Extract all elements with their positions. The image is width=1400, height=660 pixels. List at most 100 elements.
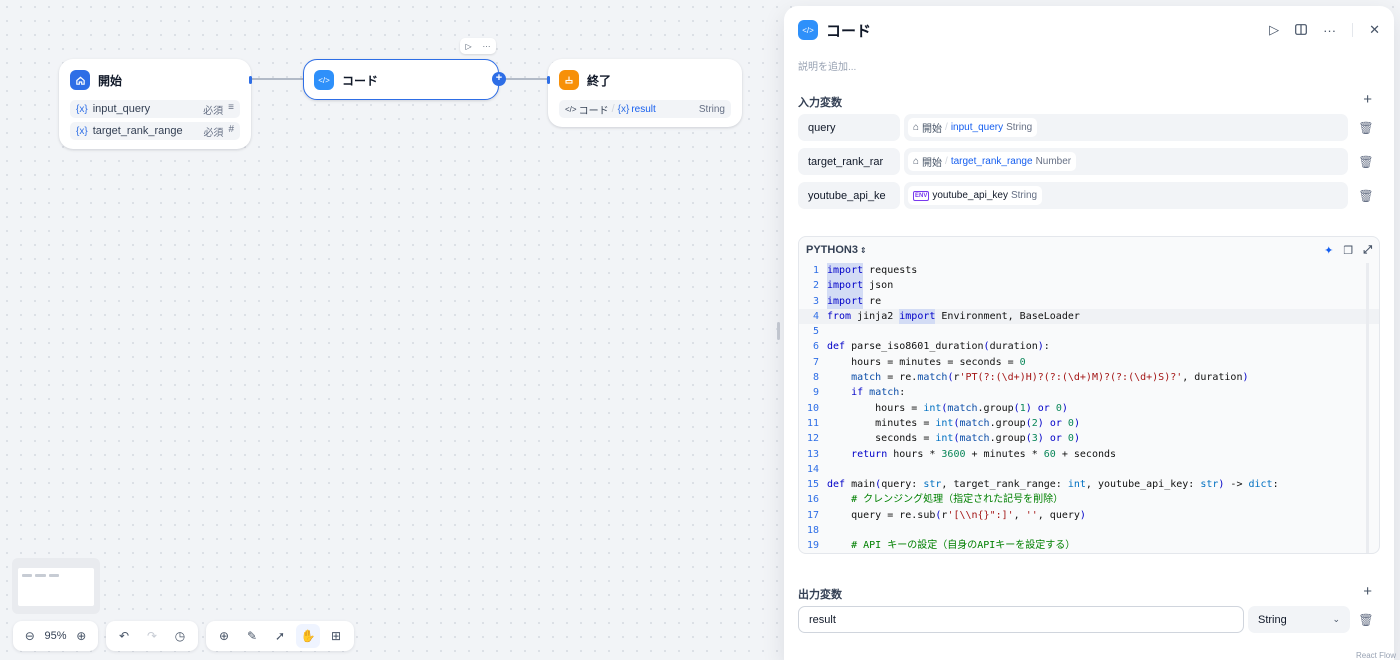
- code-line[interactable]: 9 if match:: [799, 385, 1379, 400]
- panel-title[interactable]: コード: [826, 20, 871, 41]
- add-next-node-button[interactable]: +: [492, 72, 506, 86]
- code-line[interactable]: 3 import re: [799, 293, 1379, 309]
- input-variable-selector[interactable]: ENV youtube_api_key String: [904, 182, 1348, 209]
- react-flow-attribution[interactable]: React Flow: [1356, 651, 1396, 660]
- panel-resize-handle[interactable]: [777, 322, 780, 340]
- run-icon[interactable]: ▷: [465, 42, 471, 51]
- delete-icon[interactable]: 🗑: [1352, 182, 1380, 209]
- hand-icon[interactable]: ✋: [296, 624, 320, 648]
- start-var-row[interactable]: {x} target_rank_range 必須 #: [70, 122, 240, 140]
- line-number: 3: [812, 295, 819, 307]
- code-line[interactable]: 8 match = re. match(r 'PT(?:(\d+)H)?(?:(\d…: [799, 370, 1379, 385]
- source-var-type: String: [1010, 190, 1038, 201]
- path-separator: /: [611, 103, 615, 115]
- code-line[interactable]: 18: [799, 523, 1379, 538]
- add-output-variable-icon[interactable]: +: [1363, 583, 1372, 600]
- add-input-variable-icon[interactable]: +: [1363, 91, 1372, 108]
- env-variable-icon: ENV: [913, 190, 930, 201]
- code-token: , youtube_api_key:: [1085, 479, 1201, 491]
- more-icon[interactable]: ···: [483, 42, 491, 51]
- end-node[interactable]: 終了 </> コード / {x} result String: [547, 59, 742, 127]
- start-node[interactable]: 開始 {x} input_query 必須 ≡ {x} target_rank_…: [59, 59, 252, 149]
- code-token: seconds =: [827, 433, 936, 445]
- expand-icon[interactable]: ⤢: [1363, 244, 1372, 257]
- code-line[interactable]: 5: [799, 324, 1379, 339]
- description-input[interactable]: 説明を追加...: [798, 58, 856, 73]
- end-var-row[interactable]: </> コード / {x} result String: [559, 100, 731, 118]
- end-input-handle[interactable]: [547, 76, 550, 84]
- input-variable-selector[interactable]: ⌂ 開始 / input_query String: [904, 114, 1348, 141]
- run-icon[interactable]: ▷: [1269, 22, 1279, 38]
- input-variable-name[interactable]: target_rank_rar: [798, 148, 900, 175]
- language-selector[interactable]: PYTHON3: [806, 244, 858, 256]
- add-node-icon[interactable]: ⊕: [212, 624, 236, 648]
- code-node[interactable]: </> コード +: [303, 59, 506, 100]
- code-line[interactable]: 4 from jinja2 import Environment, BaseLoa…: [799, 308, 1379, 325]
- code-token: Environment, BaseLoader: [935, 310, 1080, 322]
- code-token: match: [959, 433, 990, 445]
- code-token: ): [1242, 372, 1249, 384]
- code-token: duration: [989, 341, 1038, 353]
- code-token: requests: [863, 265, 918, 276]
- code-editor[interactable]: PYTHON3 ⇕ ✦ ❐ ⤢ 1 import requests 2 import …: [798, 236, 1380, 554]
- undo-icon[interactable]: ↶: [112, 624, 136, 648]
- split-view-icon[interactable]: [1295, 23, 1307, 38]
- start-var-name: input_query: [92, 103, 151, 115]
- code-line[interactable]: 12 seconds = int(match .group(3) or 0): [799, 431, 1379, 446]
- minimap-node: [49, 574, 59, 577]
- minimap[interactable]: [12, 558, 100, 614]
- delete-icon[interactable]: 🗑: [1352, 148, 1380, 175]
- input-variable-name[interactable]: youtube_api_ke: [798, 182, 900, 209]
- delete-icon[interactable]: 🗑: [1352, 114, 1380, 141]
- line-number: 13: [806, 448, 819, 460]
- output-type-select[interactable]: String ⌄: [1248, 606, 1350, 633]
- delete-icon[interactable]: 🗑: [1352, 606, 1380, 633]
- sparkle-icon[interactable]: ✦: [1324, 244, 1333, 257]
- output-variable-name-input[interactable]: result: [798, 606, 1244, 633]
- line-number: 11: [806, 417, 819, 429]
- code-line[interactable]: 1 import requests: [799, 263, 1379, 279]
- code-token: hours = minutes = seconds =: [827, 356, 1020, 368]
- code-line[interactable]: 13 return hours * 3600 + minutes * 60 + …: [799, 447, 1379, 462]
- line-number: 2: [812, 280, 819, 292]
- add-note-icon[interactable]: ✎: [240, 624, 264, 648]
- code-line[interactable]: 7 hours = minutes = seconds = 0: [799, 355, 1379, 370]
- code-token: 60: [1043, 448, 1056, 460]
- redo-icon[interactable]: ↷: [140, 624, 164, 648]
- code-token: parse_iso8601_duration: [845, 341, 984, 353]
- code-line[interactable]: 10 hours = int(match .group(1) or 0): [799, 401, 1379, 416]
- code-token: 'PT(?:(\d+)H)?(?:(\d+)M)?(?:(\d+)S)?': [959, 372, 1183, 384]
- more-icon[interactable]: ···: [1323, 23, 1336, 38]
- code-lines[interactable]: 1 import requests 2 import json 3 import re 4 f…: [799, 263, 1379, 553]
- chevron-updown-icon[interactable]: ⇕: [860, 246, 867, 255]
- copy-icon[interactable]: ❐: [1343, 244, 1353, 257]
- code-line[interactable]: 11 minutes = int(match .group(2) or 0): [799, 416, 1379, 431]
- pointer-icon[interactable]: ➚: [268, 624, 292, 648]
- code-line[interactable]: 16 # クレンジング処理（指定された記号を削除）: [799, 492, 1379, 507]
- scrollbar[interactable]: [1366, 263, 1369, 553]
- zoom-out-icon[interactable]: ⊖: [19, 624, 40, 648]
- start-output-handle[interactable]: [249, 76, 252, 84]
- code-line[interactable]: 17 query = re.sub(r '[\\n{}":]', '', quer…: [799, 508, 1379, 523]
- text-lines-icon: ≡: [228, 101, 234, 113]
- code-line[interactable]: 19 # API キーの設定（自身のAPIキーを設定する）: [799, 538, 1379, 553]
- code-line[interactable]: 14: [799, 462, 1379, 477]
- history-icon[interactable]: ◷: [168, 624, 192, 648]
- zoom-level[interactable]: 95%: [44, 630, 66, 642]
- code-token: :: [899, 387, 906, 399]
- code-token: '[\\n{}":]': [947, 509, 1014, 521]
- line-number: 6: [812, 341, 819, 353]
- organize-icon[interactable]: ⊞: [324, 624, 348, 648]
- start-var-row[interactable]: {x} input_query 必須 ≡: [70, 100, 240, 118]
- code-line[interactable]: 2 import json: [799, 278, 1379, 294]
- code-token: hours =: [827, 402, 924, 414]
- input-variable-selector[interactable]: ⌂ 開始 / target_rank_range Number: [904, 148, 1348, 175]
- input-variable-name[interactable]: query: [798, 114, 900, 141]
- code-token: 3600: [941, 448, 966, 460]
- home-icon: ⌂: [913, 122, 920, 133]
- zoom-in-icon[interactable]: ⊕: [71, 624, 92, 648]
- code-line[interactable]: 6 def parse_iso8601_duration(duration):: [799, 339, 1379, 354]
- code-line[interactable]: 15 def main(query: str, target_rank_range…: [799, 477, 1379, 492]
- close-icon[interactable]: ✕: [1369, 22, 1380, 38]
